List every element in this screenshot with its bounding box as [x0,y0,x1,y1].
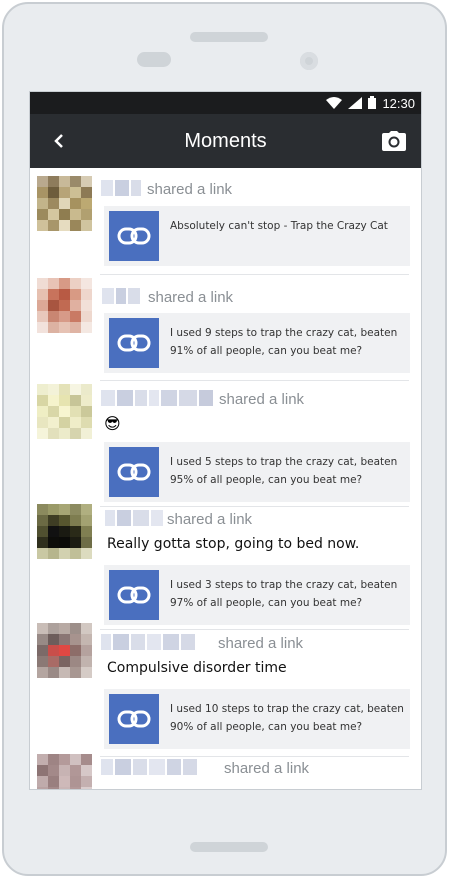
signal-icon [348,94,363,113]
link-icon-box [109,211,159,261]
username-blurred[interactable] [101,759,197,775]
home-button[interactable] [190,842,268,852]
avatar[interactable] [37,754,92,789]
link-card[interactable]: I used 3 steps to trap the crazy cat, be… [104,565,410,625]
username-blurred[interactable] [105,510,163,526]
username-blurred[interactable] [102,288,140,304]
chain-link-icon [117,710,151,728]
post-text: Really gotta stop, going to bed now. [107,536,360,552]
phone-speaker [190,32,268,42]
screen: 12:30 Moments shared a link Absolutely c… [29,91,422,790]
link-title: I used 5 steps to trap the crazy cat, be… [170,456,398,486]
username-blurred[interactable] [101,634,195,650]
avatar[interactable] [37,176,92,231]
link-icon-box [109,694,159,744]
username-blurred[interactable] [101,180,141,196]
divider [100,756,409,757]
avatar[interactable] [37,623,92,678]
divider [100,274,409,275]
link-icon-box [109,318,159,368]
shared-label: shared a link [167,511,253,528]
chain-link-icon [117,334,151,352]
status-bar: 12:30 [30,92,421,114]
link-card[interactable]: I used 9 steps to trap the crazy cat, be… [104,313,410,373]
page-title: Moments [184,130,267,152]
moments-feed[interactable]: shared a link Absolutely can't stop - Tr… [30,168,421,789]
shared-label: shared a link [148,289,234,306]
divider [100,506,409,507]
status-time: 12:30 [382,95,415,111]
shared-label: shared a link [219,391,305,408]
link-title: Absolutely can't stop - Trap the Crazy C… [170,220,388,232]
post-text: Compulsive disorder time [107,660,287,676]
link-title: I used 10 steps to trap the crazy cat, b… [170,703,404,733]
avatar[interactable] [37,504,92,559]
chain-link-icon [117,227,151,245]
link-icon-box [109,570,159,620]
link-card[interactable]: I used 10 steps to trap the crazy cat, b… [104,689,410,749]
chain-link-icon [117,463,151,481]
shared-label: shared a link [147,181,233,198]
chain-link-icon [117,586,151,604]
link-card[interactable]: Absolutely can't stop - Trap the Crazy C… [104,206,410,266]
front-camera [300,52,318,70]
avatar[interactable] [37,278,92,333]
link-title: I used 9 steps to trap the crazy cat, be… [170,327,398,357]
camera-button[interactable] [381,128,407,154]
divider [100,380,409,381]
link-card[interactable]: I used 5 steps to trap the crazy cat, be… [104,442,410,502]
link-title: I used 3 steps to trap the crazy cat, be… [170,579,398,609]
phone-sensor [137,52,171,67]
wifi-icon [326,94,343,113]
sunglasses-emoji: 😎 [104,414,121,433]
username-blurred[interactable] [101,390,213,406]
shared-label: shared a link [218,635,304,652]
battery-icon [368,94,377,113]
link-icon-box [109,447,159,497]
app-bar: Moments [30,114,421,168]
avatar[interactable] [37,384,92,439]
camera-icon [382,131,406,151]
divider [100,629,409,630]
status-icons: 12:30 [326,92,415,114]
shared-label: shared a link [224,760,310,777]
